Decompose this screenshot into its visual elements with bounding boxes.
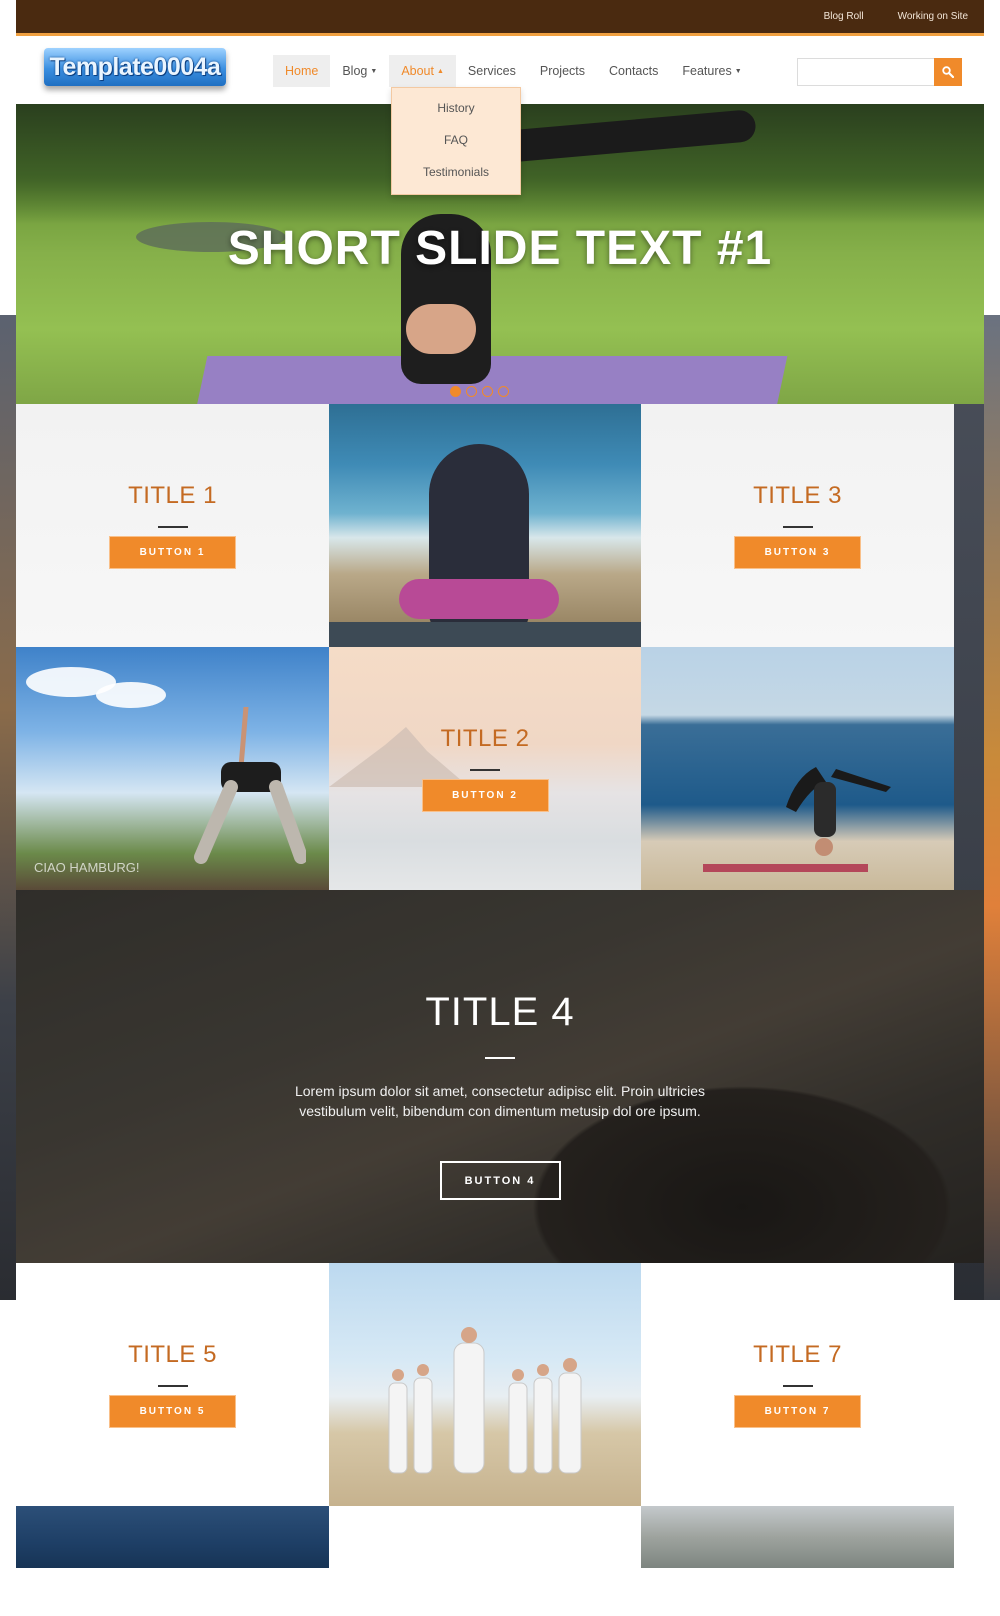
nav-label: About — [401, 64, 434, 78]
nav-label: Home — [285, 64, 319, 78]
photo-caption: CIAO HAMBURG! — [34, 860, 140, 875]
feature-grid-row-1: TITLE 1 BUTTON 1 TITLE 3 BUTTON 3 — [16, 404, 984, 647]
page: Blog Roll Working on Site Template0004a … — [16, 0, 984, 1616]
search-box — [797, 58, 962, 86]
topbar-link-blog-roll[interactable]: Blog Roll — [824, 11, 864, 22]
button-2[interactable]: BUTTON 2 — [421, 779, 549, 812]
dropdown-item-history[interactable]: History — [392, 92, 520, 124]
band-content: TITLE 4 Lorem ipsum dolor sit amet, cons… — [16, 990, 984, 1200]
slider-dot-3[interactable] — [482, 386, 493, 397]
feature-grid-row-3: TITLE 5 BUTTON 5 TITLE 7 BUTTON 7 — [16, 1263, 984, 1506]
block-title-2: TITLE 2 BUTTON 2 — [329, 647, 641, 890]
nav-label: Blog — [342, 64, 368, 78]
feature-grid-row-4-partial — [16, 1506, 984, 1568]
photo-mat — [703, 864, 868, 872]
nav-label: Services — [467, 64, 516, 78]
button-1[interactable]: BUTTON 1 — [109, 536, 236, 569]
title-divider — [782, 1385, 813, 1387]
search-icon — [942, 66, 954, 78]
photo-mat — [329, 622, 641, 647]
title-divider — [485, 1057, 515, 1059]
band-title: TITLE 4 — [425, 990, 575, 1034]
nav-item-blog[interactable]: Blog ▼ — [330, 55, 389, 87]
empty-cell — [329, 1506, 641, 1568]
slider-dot-4[interactable] — [498, 386, 509, 397]
block-title: TITLE 5 — [128, 1341, 217, 1368]
nav-item-projects[interactable]: Projects — [528, 55, 597, 87]
chevron-down-icon: ▼ — [734, 67, 742, 75]
block-title-3: TITLE 3 BUTTON 3 — [641, 404, 954, 647]
dropdown-item-faq[interactable]: FAQ — [392, 124, 520, 156]
about-dropdown-menu: History FAQ Testimonials — [391, 87, 521, 195]
top-bar: Blog Roll Working on Site — [16, 0, 984, 36]
photo-group-tree-pose — [329, 1263, 641, 1506]
search-button[interactable] — [934, 58, 962, 86]
photo-sea-water — [16, 1506, 329, 1568]
photo-headstand-beach — [641, 647, 954, 890]
dropdown-item-testimonials[interactable]: Testimonials — [392, 156, 520, 188]
logo-text: Template0004a — [49, 52, 221, 81]
photo-legs — [399, 579, 559, 619]
search-input[interactable] — [797, 58, 934, 86]
block-title-1: TITLE 1 BUTTON 1 — [16, 404, 329, 647]
topbar-link-working-on-site[interactable]: Working on Site — [898, 11, 968, 22]
background-right-edge — [984, 315, 1000, 1300]
photo-pose-figure — [194, 707, 306, 864]
slide-caption: SHORT SLIDE TEXT #1 — [227, 222, 773, 275]
button-5[interactable]: BUTTON 5 — [109, 1395, 236, 1428]
block-title: TITLE 3 — [753, 482, 842, 509]
button-3[interactable]: BUTTON 3 — [734, 536, 861, 569]
chevron-down-icon: ▼ — [370, 67, 378, 75]
chevron-up-icon: ▲ — [436, 67, 444, 75]
block-title-7: TITLE 7 BUTTON 7 — [641, 1263, 954, 1506]
slider-dot-2[interactable] — [466, 386, 477, 397]
nav-item-features[interactable]: Features ▼ — [670, 55, 753, 87]
slider-dot-1[interactable] — [450, 386, 461, 397]
nav-item-about[interactable]: About ▲ — [389, 55, 456, 87]
block-title-5: TITLE 5 BUTTON 5 — [16, 1263, 329, 1506]
block-title: TITLE 1 — [128, 482, 217, 509]
nav-label: Projects — [539, 64, 586, 78]
block-title: TITLE 7 — [753, 1341, 842, 1368]
photo-harbor — [641, 1506, 954, 1568]
title-divider — [470, 769, 500, 771]
title-divider — [782, 526, 813, 528]
photo-group-figures — [388, 1327, 582, 1474]
background-left-edge — [0, 315, 16, 1300]
photo-triangle-pose-harbor: CIAO HAMBURG! — [16, 647, 329, 890]
title-divider — [157, 526, 188, 528]
slide-image-head — [406, 304, 476, 354]
feature-band-title-4: TITLE 4 Lorem ipsum dolor sit amet, cons… — [16, 890, 984, 1263]
button-4[interactable]: BUTTON 4 — [439, 1161, 561, 1200]
nav-item-home[interactable]: Home — [273, 55, 331, 87]
photo-pose-figure — [786, 767, 891, 856]
main-nav: Home Blog ▼ About ▲ Services Projects Co… — [273, 55, 754, 87]
site-logo[interactable]: Template0004a — [44, 48, 226, 86]
band-description: Lorem ipsum dolor sit amet, consectetur … — [294, 1083, 706, 1119]
nav-item-contacts[interactable]: Contacts — [597, 55, 670, 87]
nav-label: Contacts — [609, 64, 659, 78]
button-7[interactable]: BUTTON 7 — [734, 1395, 861, 1428]
feature-grid-row-2: CIAO HAMBURG! TITLE 2 BUTTON 2 — [16, 647, 984, 890]
slider-pagination — [450, 386, 509, 397]
block-title: TITLE 2 — [440, 725, 530, 752]
nav-item-services[interactable]: Services — [456, 55, 528, 87]
photo-seated-woman-beach — [329, 404, 641, 647]
title-divider — [157, 1385, 188, 1387]
photo-cloud — [96, 682, 166, 708]
nav-label: Features — [682, 64, 732, 78]
